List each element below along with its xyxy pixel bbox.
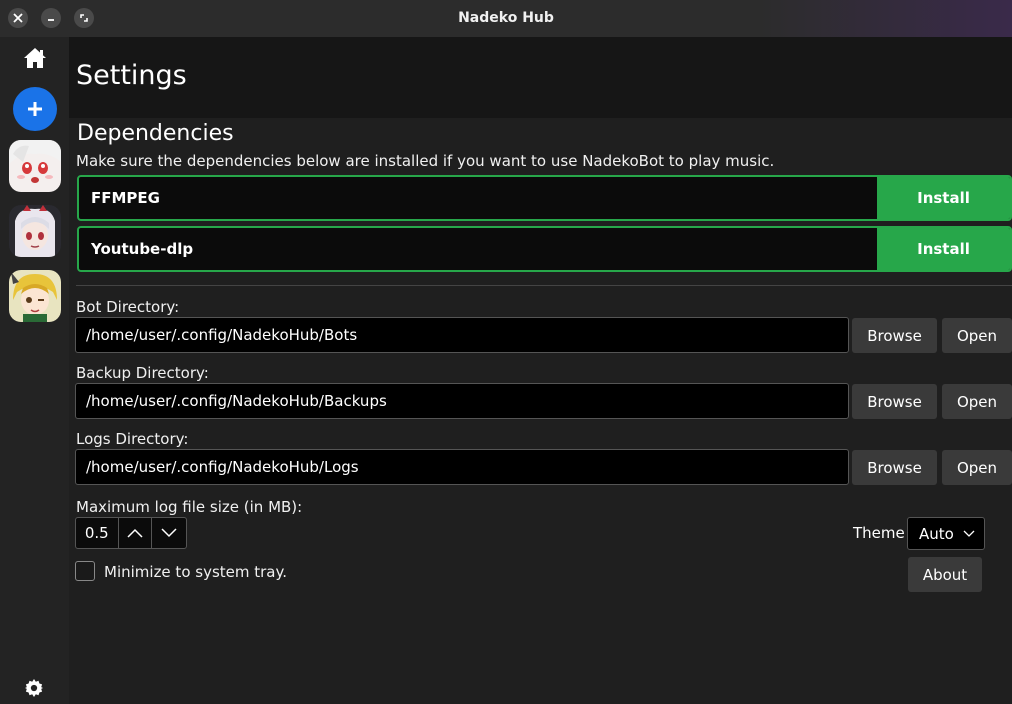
bot-directory-open-button[interactable]: Open	[942, 318, 1012, 353]
bot-avatar-image	[9, 270, 61, 322]
plus-icon	[28, 102, 42, 116]
title-bar: Nadeko Hub	[0, 0, 1012, 37]
backup-directory-input[interactable]: /home/user/.config/NadekoHub/Backups	[75, 383, 849, 419]
log-size-stepper: 0.5	[75, 517, 187, 549]
theme-select[interactable]: Auto	[907, 517, 985, 550]
bot-avatar-image	[9, 205, 61, 257]
theme-label: Theme	[853, 524, 905, 542]
logs-directory-label: Logs Directory:	[76, 430, 189, 448]
log-size-input[interactable]: 0.5	[76, 518, 119, 548]
logs-directory-open-button[interactable]: Open	[942, 450, 1012, 485]
backup-directory-open-button[interactable]: Open	[942, 384, 1012, 419]
sidebar	[0, 37, 69, 704]
install-youtube-dlp-button[interactable]: Install	[877, 228, 1010, 270]
add-bot-button[interactable]	[13, 87, 57, 131]
bot-directory-label: Bot Directory:	[76, 298, 180, 316]
chevron-down-icon	[161, 528, 177, 538]
log-size-label: Maximum log file size (in MB):	[76, 498, 303, 516]
divider	[76, 285, 1012, 286]
theme-value: Auto	[919, 524, 954, 543]
bot-avatar[interactable]	[9, 270, 61, 322]
minimize-to-tray-checkbox[interactable]	[75, 561, 95, 581]
header: Settings	[69, 37, 1012, 118]
dependency-ffmpeg: FFMPEG Install	[77, 175, 1012, 221]
bot-avatar[interactable]	[9, 140, 61, 192]
bot-avatar-image	[9, 140, 61, 192]
logs-directory-input[interactable]: /home/user/.config/NadekoHub/Logs	[75, 449, 849, 485]
backup-directory-browse-button[interactable]: Browse	[852, 384, 937, 419]
page-title: Settings	[76, 60, 187, 91]
logs-directory-browse-button[interactable]: Browse	[852, 450, 937, 485]
dependency-youtube-dlp: Youtube-dlp Install	[77, 226, 1012, 272]
home-icon[interactable]	[23, 47, 47, 69]
dependency-name: FFMPEG	[91, 189, 160, 207]
chevron-down-icon	[963, 530, 975, 537]
increment-button[interactable]	[119, 518, 153, 548]
window-title: Nadeko Hub	[458, 10, 554, 26]
bot-directory-input[interactable]: /home/user/.config/NadekoHub/Bots	[75, 317, 849, 353]
minimize-to-tray-label: Minimize to system tray.	[104, 563, 288, 581]
about-button[interactable]: About	[908, 557, 982, 592]
dependencies-title: Dependencies	[77, 121, 234, 146]
settings-panel: Dependencies Make sure the dependencies …	[69, 118, 1012, 704]
dependencies-description: Make sure the dependencies below are ins…	[76, 152, 775, 170]
install-ffmpeg-button[interactable]: Install	[877, 177, 1010, 219]
backup-directory-label: Backup Directory:	[76, 364, 209, 382]
gear-icon[interactable]	[25, 679, 43, 697]
chevron-up-icon	[127, 528, 143, 538]
decrement-button[interactable]	[152, 518, 186, 548]
bot-avatar[interactable]	[9, 205, 61, 257]
dependency-name: Youtube-dlp	[91, 240, 194, 258]
bot-directory-browse-button[interactable]: Browse	[852, 318, 937, 353]
